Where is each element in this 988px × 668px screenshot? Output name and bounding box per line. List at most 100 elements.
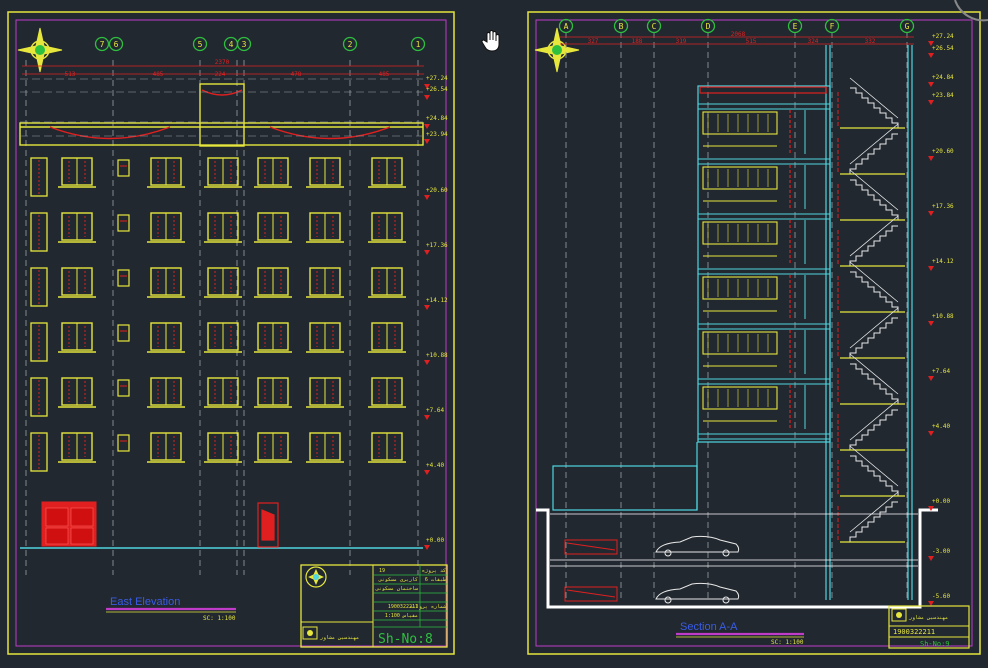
level-markers [424,84,430,550]
dim-seg: 485 [379,71,390,78]
left-sheet-scale: SC: 1:100 [203,615,236,622]
window [204,432,242,463]
right-axis-lines [565,32,908,600]
axis-label: A [564,22,569,31]
level-label: +23.94 [426,131,448,138]
level-label: +27.24 [426,75,448,82]
level-label: +27.24 [932,33,954,40]
stair-flight [837,215,905,267]
axis-label: F [830,22,835,31]
window [306,157,344,188]
dim-seg: 324 [808,38,819,45]
firm-name: مهندسین مشاور [908,615,948,621]
axis-label: E [793,22,798,31]
dim-seg: 478 [291,71,302,78]
level-label: +0.00 [932,498,950,505]
vent-window [117,214,130,232]
window [147,267,185,298]
tb-row: 1900322211 [388,604,418,610]
dim-seg: 515 [746,38,757,45]
level-label: +20.60 [426,187,448,194]
window [368,157,406,188]
window [147,322,185,353]
axis-label: B [619,22,624,31]
window [254,322,292,353]
window [58,267,96,298]
firm-name: مهندسین مشاور [319,635,359,641]
window [58,212,96,243]
level-label: +20.60 [932,148,954,155]
car-icon [655,535,740,557]
tb-row: ساختمان مسکونی [375,586,418,592]
left-axis-lines [25,60,419,575]
floor-slab [697,158,831,209]
right-sheet-scale: SC: 1:100 [771,639,804,646]
right-sheet: A B C D E F G 2068 327 188 319 515 324 3… [527,11,981,655]
vent-window [117,159,130,177]
window [306,377,344,408]
tb-row: کاربری مسکونی [378,577,418,583]
tb-row: 19 [379,568,385,574]
organization-emblem-icon [305,566,327,588]
level-label: +24.84 [426,115,448,122]
window [204,322,242,353]
axis-label: G [905,22,910,31]
level-label: +23.84 [932,92,954,99]
floor-slab [697,213,831,264]
dim-total: 2068 [731,31,746,38]
stair-flight [837,77,905,129]
window [254,377,292,408]
window [254,157,292,188]
axis-label: 7 [100,40,105,49]
window [306,322,344,353]
window [30,157,48,197]
dim-seg: 188 [632,38,643,45]
left-sheet-title: East Elevation [110,596,180,608]
level-label: +17.36 [426,242,448,249]
window [30,212,48,252]
dim-seg: 319 [676,38,687,45]
axis-label: 2 [348,40,353,49]
window [58,377,96,408]
axis-label: 1 [416,40,421,49]
stair-flight [837,123,905,175]
left-axis-bubbles [94,36,426,52]
window [306,267,344,298]
window [368,267,406,298]
floor-slab [697,268,831,319]
axis-label: 3 [242,40,247,49]
hand-pan-icon[interactable] [480,28,506,54]
level-label: +10.88 [932,313,954,320]
firm-logo-icon [891,608,907,622]
stair-flight [837,491,905,543]
dim-seg: 224 [215,71,226,78]
level-label: -5.60 [932,593,950,600]
north-compass-icon [17,27,63,73]
level-label: +10.88 [426,352,448,359]
north-compass-icon [534,27,580,73]
section-floors [697,86,831,440]
firm-logo-icon [302,626,318,640]
parking-ramp [564,539,618,602]
axis-label: D [706,22,711,31]
window [147,157,185,188]
vent-window [117,269,130,287]
floor-slab [697,323,831,374]
dim-seg: 327 [588,38,599,45]
level-label: +4.40 [426,462,444,469]
stair-flight [837,445,905,497]
left-sheet: 7 6 5 4 3 2 1 2370 513 485 224 478 485 +… [7,11,455,655]
cad-drawing-canvas[interactable]: 7 6 5 4 3 2 1 2370 513 485 224 478 485 +… [0,0,988,668]
level-label: +26.54 [932,45,954,52]
vent-window [117,324,130,342]
window [254,212,292,243]
dim-seg: 485 [153,71,164,78]
stairs [837,77,905,543]
window [368,212,406,243]
level-label: +7.64 [932,368,950,375]
dim-total: 2370 [215,59,230,66]
window [254,432,292,463]
window [204,212,242,243]
floor-slab [697,103,831,154]
window [368,322,406,353]
